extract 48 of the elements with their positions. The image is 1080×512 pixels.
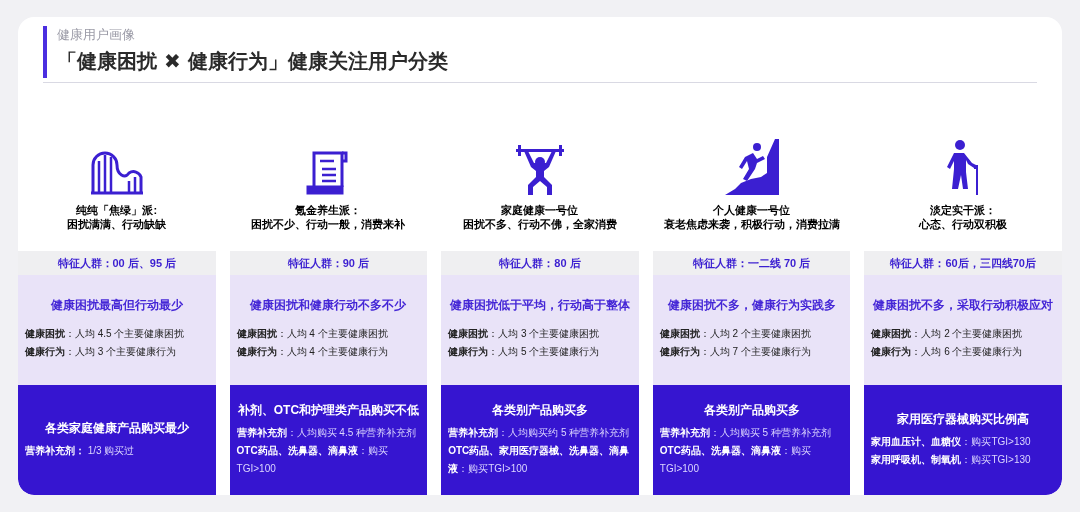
persona-tagline: 困扰满满、行动缺缺 [67,217,167,231]
trait-line: 健康行为：人均 5 个主要健康行为 [448,345,601,359]
trait-line: 健康困扰：人均 4.5 个主要健康困扰 [25,327,186,341]
traits-headline: 健康困扰和健康行动不多不少 [249,297,408,313]
purchase-line: OTC药品、家用医疗器械、洗鼻器、滴鼻液：购买TGI>100 [448,444,631,476]
trait-line: 健康行为：人均 7 个主要健康行为 [659,345,812,359]
trait-line: 健康困扰：人均 4 个主要健康困扰 [236,327,389,341]
purchase-headline: 家用医疗器械购买比例高 [896,411,1031,427]
persona-name: 淡定实干派： [930,203,997,217]
purchase-line: 家用呼吸机、制氧机：购买TGI>130 [871,453,1032,467]
group-label: 特征人群：一二线 70 后 [692,255,811,271]
purchase-line: 营养补充剂：人均购买 5 种营养补充剂 [659,426,832,440]
persona-tagline: 心态、行动双积极 [919,217,1008,231]
persona-tagline: 衰老焦虑来袭，积极行动，消费拉满 [663,217,840,231]
page-title: 「健康困扰 ✖ 健康行为」健康关注用户分类 [57,48,449,75]
group-label: 特征人群：60后，三四线70后 [890,255,1036,271]
trait-line: 健康困扰：人均 2 个主要健康困扰 [871,327,1024,341]
trait-line: 健康困扰：人均 3 个主要健康困扰 [448,327,601,341]
trait-line: 健康行为：人均 6 个主要健康行为 [871,345,1024,359]
persona-name: 家庭健康一号位 [501,203,579,217]
purchase-headline: 补剂、OTC和护理类产品购买不低 [236,402,421,418]
traits-headline: 健康困扰最高但行动最少 [49,297,184,313]
trait-line: 健康行为：人均 4 个主要健康行为 [236,345,389,359]
roller-coaster-icon [88,151,145,195]
trait-line: 健康困扰：人均 2 个主要健康困扰 [659,327,812,341]
persona-tagline: 困扰不少、行动一般，消费来补 [251,217,406,231]
traits-headline: 健康困扰低于平均，行动高于整体 [449,297,631,313]
purchase-line: OTC药品、洗鼻器、滴鼻液：购买 TGI>100 [236,444,389,476]
persona-tagline: 困扰不多、行动不佛，全家消费 [463,217,617,231]
purchase-headline: 各类家庭健康产品购买最少 [43,420,190,436]
weightlifter-icon [514,145,566,195]
purchase-line: 营养补充剂：人均购买 4.5 种营养补充剂 [236,426,418,440]
purchase-headline: 各类别产品购买多 [491,402,589,418]
group-label: 特征人群：80 后 [499,255,581,271]
purchase-line: 营养补充剂：人均购买约 5 种营养补充剂 [448,426,631,440]
section-label: 健康用户画像 [57,26,136,44]
purchase-line: OTC药品、洗鼻器、滴鼻液：购买 TGI>100 [659,444,812,476]
purchase-line: 营养补充剂： 1/3 购买过 [25,444,136,458]
trait-line: 健康行为：人均 3 个主要健康行为 [25,345,178,359]
persona-name: 个人健康一号位 [713,203,791,217]
traits-headline: 健康困扰不多，健康行为实践多 [666,297,837,313]
purchase-headline: 各类别产品购买多 [702,402,801,418]
persona-name: 氪金养生派： [295,203,362,217]
purchase-line: 家用血压计、血糖仪：购买TGI>130 [871,435,1032,449]
traits-headline: 健康困扰不多，采取行动积极应对 [872,297,1055,313]
persona-name: 纯纯「焦绿」派: [76,203,158,217]
group-label: 特征人群：00 后、95 后 [57,255,177,271]
group-label: 特征人群：90 后 [287,255,370,271]
